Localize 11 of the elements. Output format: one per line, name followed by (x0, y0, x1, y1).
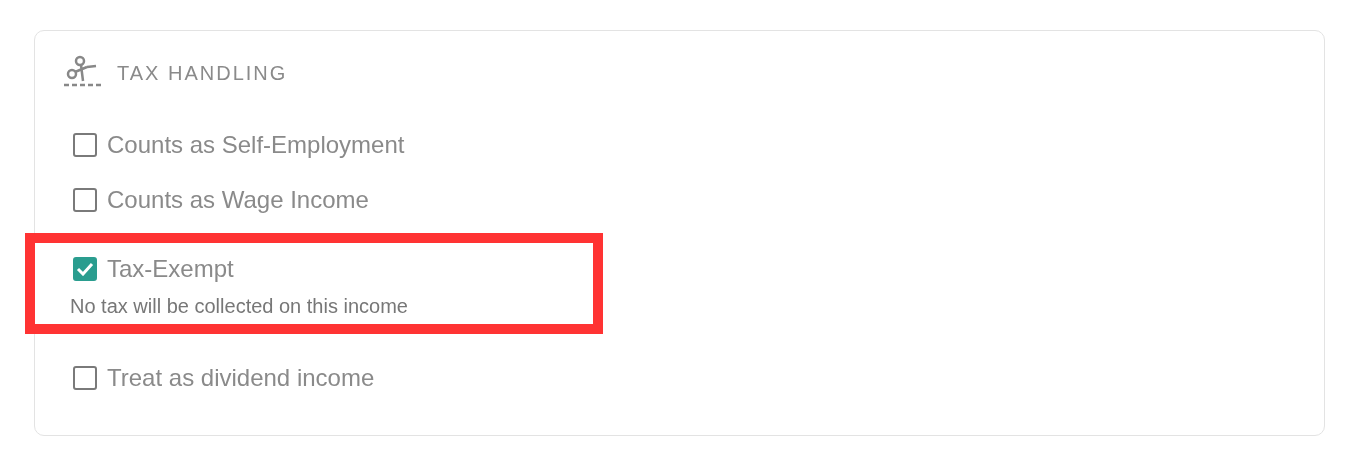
section-title: TAX HANDLING (117, 61, 288, 85)
check-icon (76, 262, 94, 276)
checkbox[interactable] (73, 365, 97, 390)
checkbox-label: Tax-Exempt (107, 255, 234, 283)
checkbox[interactable] (73, 187, 97, 212)
checkbox[interactable] (73, 132, 97, 157)
checkbox-label: Treat as dividend income (107, 363, 375, 392)
help-text: No tax will be collected on this income (69, 294, 408, 319)
checkbox-label: Counts as Self-Employment (107, 130, 405, 159)
checkbox-label: Counts as Wage Income (107, 185, 369, 214)
checkbox[interactable] (73, 257, 97, 281)
